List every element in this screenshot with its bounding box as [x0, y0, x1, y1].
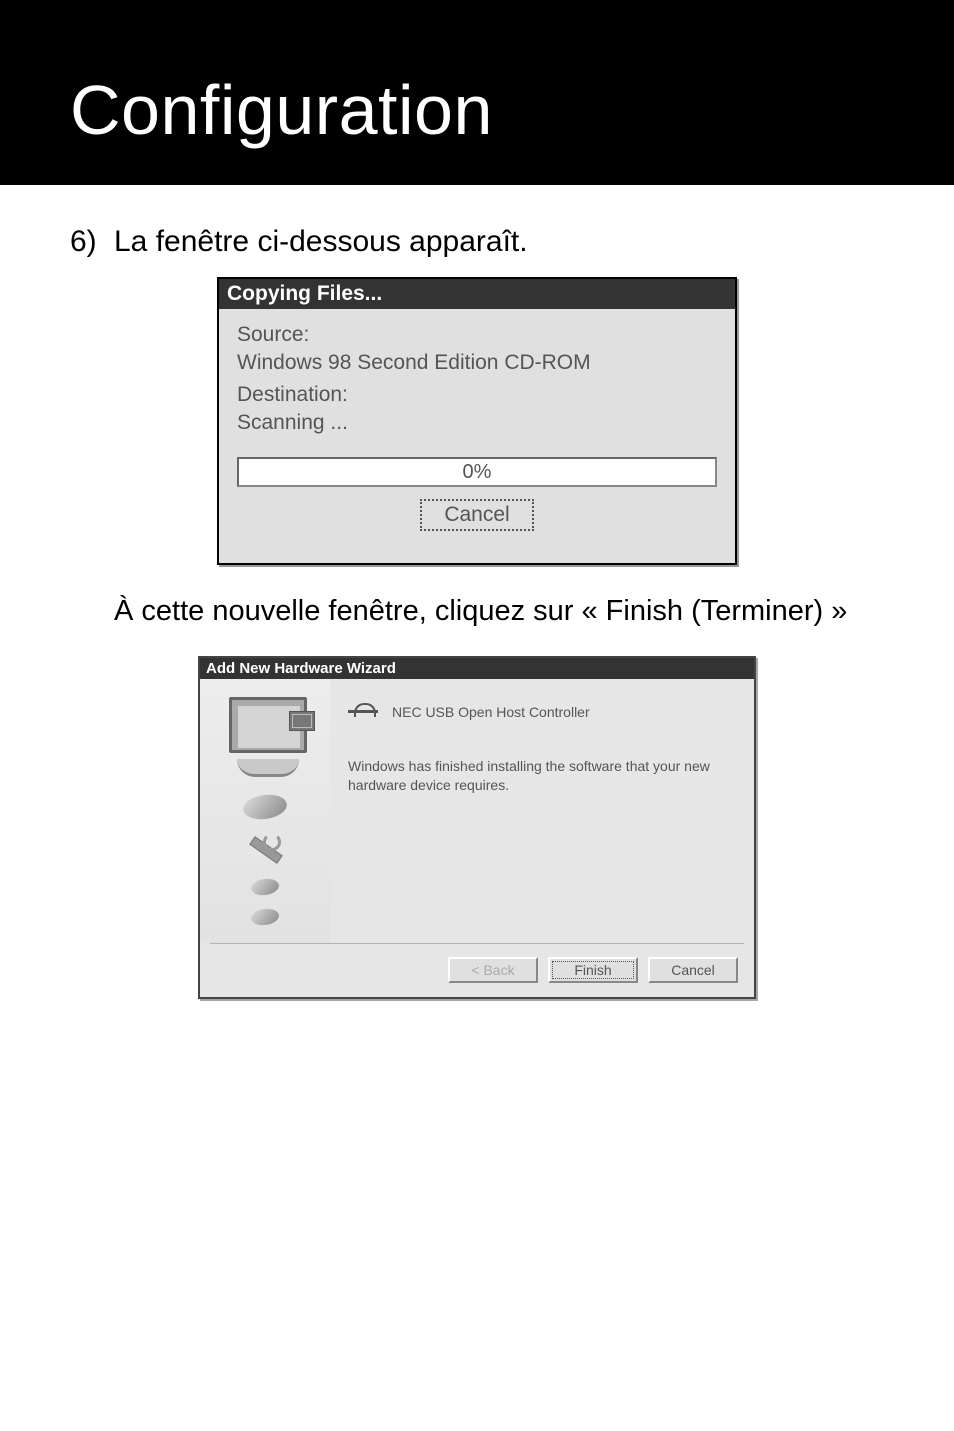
back-button: < Back	[448, 957, 538, 983]
wizard-button-row: < Back Finish Cancel	[200, 945, 754, 997]
wrench-icon	[249, 833, 281, 865]
destination-label: Destination:	[237, 383, 717, 407]
button-row: Cancel	[237, 491, 717, 545]
page-header: Configuration	[0, 0, 954, 185]
step-number: 6)	[70, 225, 114, 259]
disc-icon	[250, 907, 280, 927]
wizard-titlebar: Add New Hardware Wizard	[200, 658, 754, 679]
wizard-figure: Add New Hardware Wizard	[70, 656, 884, 999]
disc-icon	[242, 792, 289, 822]
dialog-body: Source: Windows 98 Second Edition CD-ROM…	[219, 309, 735, 563]
copying-files-dialog: Copying Files... Source: Windows 98 Seco…	[217, 277, 737, 565]
hardware-wizard-dialog: Add New Hardware Wizard	[198, 656, 756, 999]
progress-text: 0%	[463, 461, 492, 484]
source-value: Windows 98 Second Edition CD-ROM	[237, 351, 717, 375]
usb-icon	[348, 697, 378, 727]
back-button-label: < Back	[471, 962, 514, 978]
dialog-titlebar: Copying Files...	[219, 279, 735, 309]
progress-bar: 0%	[237, 457, 717, 487]
device-name: NEC USB Open Host Controller	[392, 704, 590, 720]
cancel-button[interactable]: Cancel	[420, 499, 533, 531]
step-text: La fenêtre ci-dessous apparaît.	[114, 225, 528, 259]
step-line: 6) La fenêtre ci-dessous apparaît.	[70, 225, 884, 259]
page-title: Configuration	[70, 70, 954, 150]
wizard-body: NEC USB Open Host Controller Windows has…	[200, 679, 754, 943]
cancel-button[interactable]: Cancel	[648, 957, 738, 983]
finish-button[interactable]: Finish	[548, 957, 638, 983]
copying-files-figure: Copying Files... Source: Windows 98 Seco…	[70, 277, 884, 565]
wizard-sidebar	[200, 679, 330, 943]
wizard-message: Windows has finished installing the soft…	[348, 757, 736, 795]
disc-icon	[250, 877, 280, 897]
monitor-icon	[219, 697, 311, 777]
wizard-main: NEC USB Open Host Controller Windows has…	[330, 679, 754, 943]
instruction-text: À cette nouvelle fenêtre, cliquez sur « …	[70, 595, 884, 628]
finish-button-label: Finish	[574, 962, 611, 978]
disc-icons-group	[243, 795, 287, 925]
destination-value: Scanning ...	[237, 411, 717, 435]
page-content: 6) La fenêtre ci-dessous apparaît. Copyi…	[0, 185, 954, 1069]
cancel-button-label: Cancel	[671, 962, 715, 978]
device-row: NEC USB Open Host Controller	[348, 697, 736, 727]
source-label: Source:	[237, 323, 717, 347]
